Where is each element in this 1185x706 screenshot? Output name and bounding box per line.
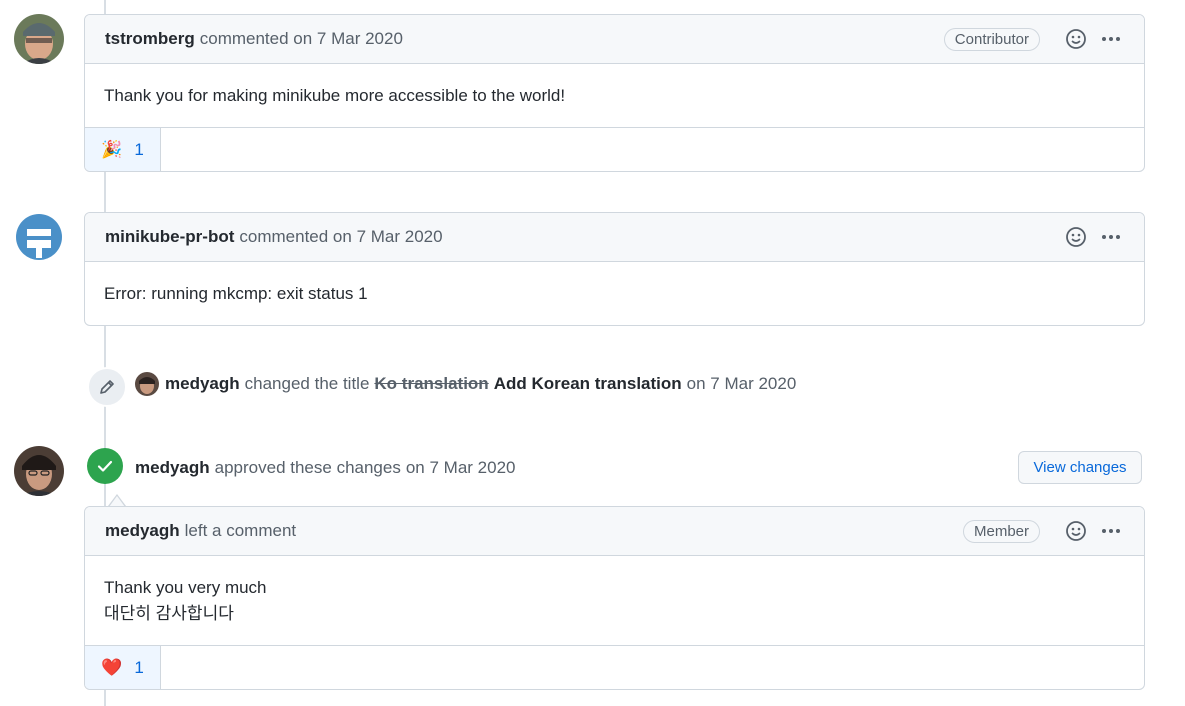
event-actor[interactable]: medyagh <box>165 374 240 394</box>
view-changes-button[interactable]: View changes <box>1018 451 1142 484</box>
rename-event: medyagh changed the title Ko translation… <box>135 371 796 397</box>
reaction-count: 1 <box>134 657 144 677</box>
comment-timestamp[interactable]: commented on 7 Mar 2020 <box>200 29 403 49</box>
reactions-bar: ❤️ 1 <box>85 645 1144 689</box>
old-title: Ko translation <box>374 374 489 393</box>
comment-text-line-1: Thank you very much <box>104 577 267 597</box>
smiley-icon[interactable] <box>1063 224 1089 250</box>
review-event: medyagh approved these changes on 7 Mar … <box>135 455 515 481</box>
comment-meta: left a comment <box>184 521 297 540</box>
role-badge: Member <box>962 519 1040 543</box>
comment-author[interactable]: tstromberg <box>105 29 195 49</box>
comment-header: tstromberg commented on 7 Mar 2020 Contr… <box>85 15 1144 64</box>
comment-header: medyagh left a comment Member <box>85 507 1144 556</box>
avatar-medyagh[interactable] <box>14 446 64 496</box>
review-comment: medyagh left a comment Member Thank you … <box>84 506 1145 690</box>
approved-badge <box>87 448 123 484</box>
rename-event-badge <box>87 367 127 407</box>
comment-text: Thank you for making minikube more acces… <box>104 85 566 105</box>
comment-author[interactable]: minikube-pr-bot <box>105 227 234 247</box>
comment-body: Thank you for making minikube more acces… <box>85 64 1144 127</box>
event-date[interactable]: on 7 Mar 2020 <box>406 458 516 478</box>
reaction-count: 1 <box>134 139 144 159</box>
comment-text-line-2: 대단히 감사합니다 <box>104 603 234 623</box>
smiley-icon[interactable] <box>1063 26 1089 52</box>
comment-tstromberg: tstromberg commented on 7 Mar 2020 Contr… <box>84 14 1145 172</box>
new-title: Add Korean translation <box>493 374 682 393</box>
event-action: approved these changes <box>214 458 401 477</box>
avatar-tstromberg[interactable] <box>14 14 64 64</box>
event-date[interactable]: on 7 Mar 2020 <box>687 374 797 394</box>
reaction-hooray[interactable]: 🎉 1 <box>85 128 161 171</box>
comment-minikube-pr-bot: minikube-pr-bot commented on 7 Mar 2020 … <box>84 212 1145 326</box>
comment-author[interactable]: medyagh <box>105 521 180 541</box>
comment-timestamp[interactable]: commented on 7 Mar 2020 <box>239 227 442 247</box>
kebab-horizontal-icon[interactable] <box>1098 224 1124 250</box>
tada-icon: 🎉 <box>101 139 123 159</box>
event-action: changed the title <box>244 374 370 393</box>
kebab-horizontal-icon[interactable] <box>1098 518 1124 544</box>
comment-body: Thank you very much 대단히 감사합니다 <box>85 556 1144 645</box>
kebab-horizontal-icon[interactable] <box>1098 26 1124 52</box>
smiley-icon[interactable] <box>1063 518 1089 544</box>
comment-header: minikube-pr-bot commented on 7 Mar 2020 <box>85 213 1144 262</box>
comment-body: Error: running mkcmp: exit status 1 <box>85 262 1144 325</box>
check-icon <box>97 460 113 472</box>
reaction-heart[interactable]: ❤️ 1 <box>85 646 161 689</box>
avatar-medyagh-small[interactable] <box>135 372 159 396</box>
comment-text: Error: running mkcmp: exit status 1 <box>104 283 368 303</box>
avatar-minikube-pr-bot[interactable] <box>14 212 64 262</box>
heart-icon: ❤️ <box>101 657 123 677</box>
pencil-icon <box>100 380 114 394</box>
reactions-bar: 🎉 1 <box>85 127 1144 171</box>
event-actor[interactable]: medyagh <box>135 458 210 478</box>
role-badge: Contributor <box>943 27 1040 51</box>
